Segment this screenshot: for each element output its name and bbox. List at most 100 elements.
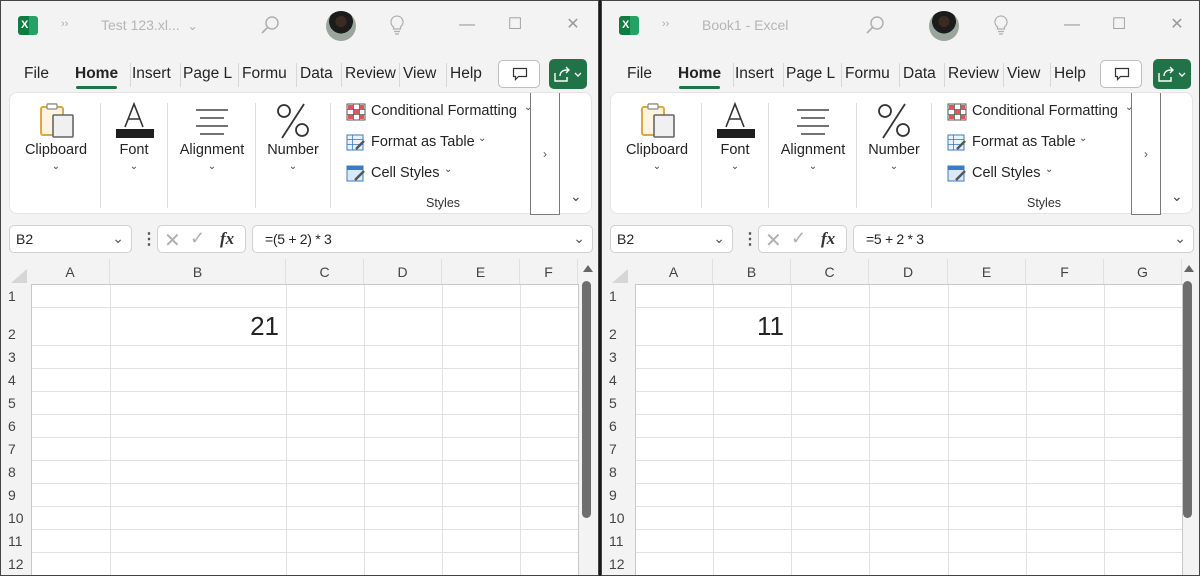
ribbon-more-button[interactable]: › <box>530 93 560 215</box>
ribbon-group-font[interactable]: Font ⌄ <box>703 93 767 215</box>
tab-home[interactable]: Home <box>75 65 118 89</box>
tab-home[interactable]: Home <box>678 65 721 89</box>
row-header-12[interactable]: 12 <box>1 556 31 572</box>
user-avatar[interactable] <box>326 11 356 41</box>
minimize-icon[interactable]: — <box>1060 14 1084 36</box>
row-header-9[interactable]: 9 <box>1 487 31 503</box>
chevron-down-icon[interactable]: ⌄ <box>713 230 725 247</box>
ribbon-group-number[interactable]: Number ⌄ <box>258 93 328 215</box>
ribbon-more-button[interactable]: › <box>1131 93 1161 215</box>
column-header-c[interactable]: C <box>286 259 364 284</box>
insert-function-icon[interactable]: fx <box>220 229 234 249</box>
row-header-8[interactable]: 8 <box>1 464 31 480</box>
row-header-6[interactable]: 6 <box>602 418 632 434</box>
tab-insert[interactable]: Insert <box>735 65 774 83</box>
tab-page-l[interactable]: Page L <box>786 65 835 83</box>
row-header-8[interactable]: 8 <box>602 464 632 480</box>
row-header-5[interactable]: 5 <box>1 395 31 411</box>
lightbulb-icon[interactable] <box>388 14 406 36</box>
row-header-7[interactable]: 7 <box>1 441 31 457</box>
maximize-icon[interactable]: ☐ <box>1107 14 1131 36</box>
tab-data[interactable]: Data <box>903 65 936 83</box>
row-header-11[interactable]: 11 <box>1 533 31 549</box>
row-header-1[interactable]: 1 <box>1 288 31 304</box>
vertical-scrollbar-thumb[interactable] <box>582 281 591 518</box>
ribbon-group-clipboard[interactable]: Clipboard ⌄ <box>611 93 703 215</box>
cell-b2[interactable]: 21 <box>111 311 279 342</box>
chevron-double-right-icon[interactable]: ›› <box>662 18 669 30</box>
collapse-ribbon-icon[interactable]: ⌄ <box>1171 188 1183 205</box>
row-header-9[interactable]: 9 <box>602 487 632 503</box>
comments-button[interactable] <box>1100 60 1142 88</box>
chevron-down-icon[interactable]: ⌄ <box>112 230 124 247</box>
document-title[interactable]: Test 123.xl... ⌄ <box>101 17 198 33</box>
tab-view[interactable]: View <box>1007 65 1040 83</box>
cell-b2[interactable]: 11 <box>714 311 784 342</box>
insert-function-icon[interactable]: fx <box>821 229 835 249</box>
select-all-button[interactable] <box>11 269 27 283</box>
row-header-2[interactable]: 2 <box>602 326 632 342</box>
column-header-a[interactable]: A <box>635 259 713 284</box>
row-header-5[interactable]: 5 <box>602 395 632 411</box>
column-header-f[interactable]: F <box>520 259 578 284</box>
search-icon[interactable] <box>864 14 886 36</box>
tab-review[interactable]: Review <box>345 65 396 83</box>
tab-insert[interactable]: Insert <box>132 65 171 83</box>
name-box[interactable]: B2 ⌄ <box>9 225 132 253</box>
formula-input[interactable]: =5 + 2 * 3 ⌄ <box>853 225 1194 253</box>
row-header-10[interactable]: 10 <box>1 510 31 526</box>
cancel-icon[interactable]: ✕ <box>765 228 782 253</box>
scroll-up-arrow[interactable] <box>1184 265 1194 272</box>
ribbon-group-number[interactable]: Number ⌄ <box>859 93 929 215</box>
maximize-icon[interactable]: ☐ <box>503 14 527 36</box>
row-header-4[interactable]: 4 <box>1 372 31 388</box>
column-header-g[interactable]: G <box>1104 259 1182 284</box>
tab-help[interactable]: Help <box>450 65 482 83</box>
row-header-12[interactable]: 12 <box>602 556 632 572</box>
cells-area[interactable]: 11 <box>635 284 1183 575</box>
tab-file[interactable]: File <box>24 65 49 83</box>
ribbon-group-alignment[interactable]: Alignment ⌄ <box>166 93 258 215</box>
collapse-ribbon-icon[interactable]: ⌄ <box>570 188 582 205</box>
tab-file[interactable]: File <box>627 65 652 83</box>
column-header-f[interactable]: F <box>1026 259 1104 284</box>
column-header-b[interactable]: B <box>713 259 791 284</box>
tab-help[interactable]: Help <box>1054 65 1086 83</box>
more-options-icon[interactable]: ⋮ <box>141 229 157 249</box>
cancel-icon[interactable]: ✕ <box>164 228 181 253</box>
column-header-c[interactable]: C <box>791 259 869 284</box>
vertical-scrollbar-thumb[interactable] <box>1183 281 1192 518</box>
tab-formu[interactable]: Formu <box>242 65 287 83</box>
expand-formula-icon[interactable]: ⌄ <box>1174 230 1186 247</box>
tab-formu[interactable]: Formu <box>845 65 890 83</box>
document-title[interactable]: Book1 - Excel <box>702 17 788 33</box>
chevron-double-right-icon[interactable]: ›› <box>61 18 68 30</box>
scroll-up-arrow[interactable] <box>583 265 593 272</box>
formula-input[interactable]: =(5 + 2) * 3 ⌄ <box>252 225 593 253</box>
lightbulb-icon[interactable] <box>992 14 1010 36</box>
ribbon-group-font[interactable]: Font ⌄ <box>102 93 166 215</box>
search-icon[interactable] <box>259 14 281 36</box>
row-header-1[interactable]: 1 <box>602 288 632 304</box>
minimize-icon[interactable]: — <box>455 14 479 36</box>
row-header-7[interactable]: 7 <box>602 441 632 457</box>
close-icon[interactable]: ✕ <box>561 14 585 36</box>
share-button[interactable] <box>1153 59 1191 89</box>
row-header-3[interactable]: 3 <box>1 349 31 365</box>
column-header-e[interactable]: E <box>948 259 1026 284</box>
column-header-d[interactable]: D <box>869 259 948 284</box>
row-header-6[interactable]: 6 <box>1 418 31 434</box>
column-header-d[interactable]: D <box>364 259 442 284</box>
ribbon-group-alignment[interactable]: Alignment ⌄ <box>767 93 859 215</box>
row-header-2[interactable]: 2 <box>1 326 31 342</box>
tab-review[interactable]: Review <box>948 65 999 83</box>
select-all-button[interactable] <box>612 269 628 283</box>
tab-data[interactable]: Data <box>300 65 333 83</box>
tab-view[interactable]: View <box>403 65 436 83</box>
share-button[interactable] <box>549 59 587 89</box>
row-header-4[interactable]: 4 <box>602 372 632 388</box>
comments-button[interactable] <box>498 60 540 88</box>
cells-area[interactable]: 21 <box>31 284 579 575</box>
more-options-icon[interactable]: ⋮ <box>742 229 758 249</box>
row-header-11[interactable]: 11 <box>602 533 632 549</box>
